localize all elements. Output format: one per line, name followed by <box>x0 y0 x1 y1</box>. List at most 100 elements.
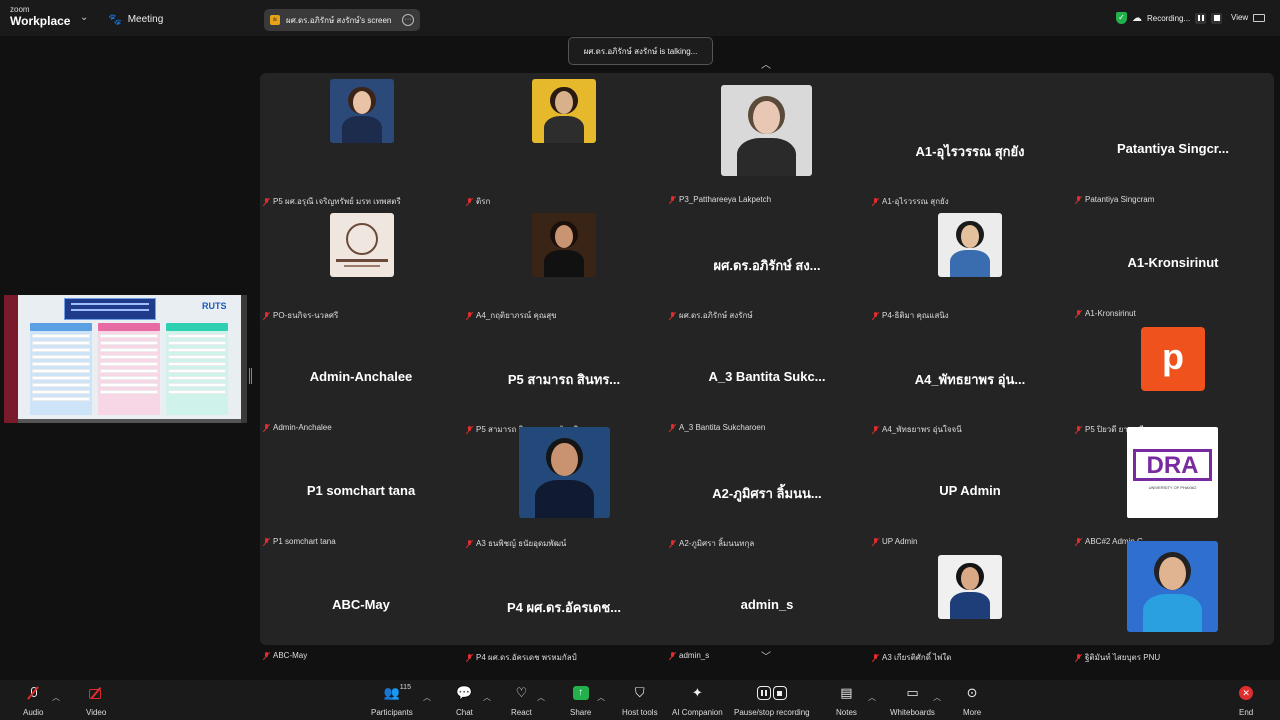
participant-avatar <box>330 213 394 277</box>
cloud-icon: ☁ <box>1132 12 1142 24</box>
participant-display-name: UP Admin <box>939 483 1001 498</box>
participant-display-name: A1-อุไรวรรณ สุกยัง <box>915 144 1025 159</box>
record-label: Pause/stop recording <box>734 708 810 717</box>
view-button[interactable]: View <box>1231 13 1248 22</box>
whiteboards-caret-icon[interactable]: ︿ <box>933 692 941 703</box>
participant-avatar <box>938 213 1002 277</box>
meeting-menu[interactable]: 🐾 Meeting <box>108 13 163 26</box>
slide-bottom-bar <box>18 419 241 423</box>
notes-label: Notes <box>836 708 857 717</box>
microphone-muted-icon <box>1075 195 1082 204</box>
participants-button[interactable]: 👥 115 Participants <box>371 684 413 717</box>
participant-name-text: ABC-May <box>273 651 308 660</box>
participant-tile[interactable]: Admin-Anchalee Admin-Anchalee <box>260 321 462 435</box>
slide-right-bar <box>241 295 247 423</box>
participant-tile[interactable]: UP Admin UP Admin <box>869 435 1071 549</box>
resize-handle[interactable] <box>249 368 252 384</box>
participant-tile[interactable]: A_3 Bantita Sukc... A_3 Bantita Sukcharoe… <box>666 321 868 435</box>
whiteboards-button[interactable]: ▭ Whiteboards <box>890 684 935 717</box>
participant-tile[interactable]: A1-อุไรวรรณ สุกยัง A1-อุไรวรรณ สุกยัง <box>869 93 1071 207</box>
participant-tile[interactable]: P5 สามารถ สินทร...P5 สามารถ สินพร มรภ.ชั… <box>463 321 665 435</box>
end-button[interactable]: ✕ End <box>1239 684 1253 717</box>
participant-tile[interactable]: ABC-May ABC-May <box>260 549 462 663</box>
microphone-muted-icon <box>669 311 676 320</box>
react-button[interactable]: ♡ React <box>511 684 532 717</box>
whiteboard-icon: ▭ <box>906 685 919 700</box>
brand-small: zoom <box>10 5 30 14</box>
gallery-up-arrow-icon[interactable]: ︿ <box>761 56 771 71</box>
audio-label: Audio <box>23 708 44 717</box>
participant-name-label: Patantiya Singcram <box>1075 195 1154 204</box>
brand-big: Workplace <box>10 14 71 28</box>
screen-share-pill[interactable]: ผ ผศ.ดร.อภิรักษ์ สงรักษ์'s screen ··· <box>264 9 420 31</box>
participant-name-label: UP Admin <box>872 537 917 546</box>
whiteboards-label: Whiteboards <box>890 708 935 717</box>
slide-title-box <box>64 298 156 320</box>
participant-display-name: ผศ.ดร.อภิรักษ์ สง... <box>713 258 821 273</box>
audio-caret-icon[interactable]: ︿ <box>52 692 60 703</box>
participant-name-text: P4 ผศ.ดร.อัครเดช พรหมกัลป์ <box>476 653 577 662</box>
react-label: React <box>511 708 532 717</box>
ai-companion-label: AI Companion <box>672 708 723 717</box>
view-icon[interactable] <box>1253 14 1265 22</box>
top-bar: zoom Workplace ⌄ 🐾 Meeting ผ ผศ.ดร.อภิรั… <box>0 0 1280 36</box>
microphone-muted-icon <box>872 653 879 662</box>
participant-name-label: A_3 Bantita Sukcharoen <box>669 423 765 432</box>
participant-display-name: ABC-May <box>332 597 390 612</box>
participants-caret-icon[interactable]: ︿ <box>423 692 431 703</box>
participant-tile[interactable]: A1-Kronsirinut A1-Kronsirinut <box>1072 207 1274 321</box>
microphone-muted-icon <box>263 311 270 320</box>
participant-display-name: P4 ผศ.ดร.อัครเดช... <box>506 600 622 615</box>
share-caret-icon[interactable]: ︿ <box>597 692 605 703</box>
participant-tile[interactable]: ผศ.ดร.อภิรักษ์ สง... ผศ.ดร.อภิรักษ์ สงรัก… <box>666 207 868 321</box>
participant-display-name: A2-ภูมิศรา ลิ้มนน... <box>712 486 822 501</box>
chat-label: Chat <box>456 708 473 717</box>
pause-recording-button[interactable] <box>1195 12 1207 24</box>
share-app-icon: ผ <box>270 15 280 25</box>
stop-recording-button[interactable] <box>1211 12 1223 24</box>
chat-button[interactable]: 💬 Chat <box>456 684 473 717</box>
participant-name-label: P3_Patthareeya Lakpetch <box>669 195 771 204</box>
participant-display-name: P1 somchart tana <box>306 483 416 498</box>
participant-tile[interactable]: A4_พัทธยาพร อุ่น... A4_พัทธยาพร อุ่นใจจนี <box>869 321 1071 435</box>
record-button[interactable]: Pause/stop recording <box>734 684 810 717</box>
participant-tile[interactable]: P1 somchart tana P1 somchart tana <box>260 435 462 549</box>
gallery-down-arrow-icon[interactable]: ﹀ <box>761 648 771 663</box>
notes-button[interactable]: ▤ Notes <box>836 684 857 717</box>
meeting-toolbar: Audio ︿ Video 👥 115 Participants ︿ 💬 Chat… <box>0 680 1280 720</box>
end-label: End <box>1239 708 1254 717</box>
participant-tile[interactable]: Patantiya Singcr... Patantiya Singcram <box>1072 93 1274 207</box>
chevron-down-icon[interactable]: ⌄ <box>80 12 88 23</box>
shield-icon: ✓ <box>1116 12 1127 24</box>
microphone-muted-icon <box>263 197 270 206</box>
microphone-muted-icon <box>872 197 879 206</box>
chat-caret-icon[interactable]: ︿ <box>483 692 491 703</box>
microphone-muted-icon <box>263 423 270 432</box>
participant-avatar <box>532 213 596 277</box>
participant-tile[interactable]: P4 ผศ.ดร.อัครเดช... P4 ผศ.ดร.อัครเดช พรหม… <box>463 549 665 663</box>
notes-caret-icon[interactable]: ︿ <box>868 692 876 703</box>
more-options-icon[interactable]: ··· <box>402 14 414 26</box>
react-caret-icon[interactable]: ︿ <box>537 692 545 703</box>
participant-name-label: A3 เกียรติศักดิ์ ไพ่ใด <box>872 651 952 664</box>
slide-side-bar <box>4 295 18 423</box>
microphone-muted-icon <box>669 539 676 548</box>
shield-icon: ⛉ <box>634 685 645 700</box>
participant-tile[interactable]: admin_s admin_s <box>666 549 868 663</box>
pause-stop-icon <box>756 686 787 700</box>
paw-icon: 🐾 <box>108 14 122 26</box>
notes-icon: ▤ <box>840 685 853 700</box>
host-tools-button[interactable]: ⛉ Host tools <box>622 684 658 717</box>
microphone-muted-icon <box>669 423 676 432</box>
talking-toast: ผศ.ดร.อภิรักษ์ สงรักษ์ is talking... <box>568 37 713 65</box>
ai-companion-button[interactable]: ✦ AI Companion <box>672 684 723 717</box>
share-button[interactable]: ↑ Share <box>570 684 591 717</box>
more-button[interactable]: ⊙ More <box>963 684 981 717</box>
shared-screen-thumbnail[interactable]: RUTS <box>4 295 247 423</box>
participant-name-text: P3_Patthareeya Lakpetch <box>679 195 772 204</box>
zoom-logo[interactable]: zoom Workplace <box>10 5 71 28</box>
chat-icon: 💬 <box>456 685 473 700</box>
video-button[interactable]: Video <box>86 684 106 717</box>
audio-button[interactable]: Audio <box>23 684 43 717</box>
participant-tile[interactable]: A2-ภูมิศรา ลิ้มนน... A2-ภูมิศรา ลิ้มนนทกุ… <box>666 435 868 549</box>
